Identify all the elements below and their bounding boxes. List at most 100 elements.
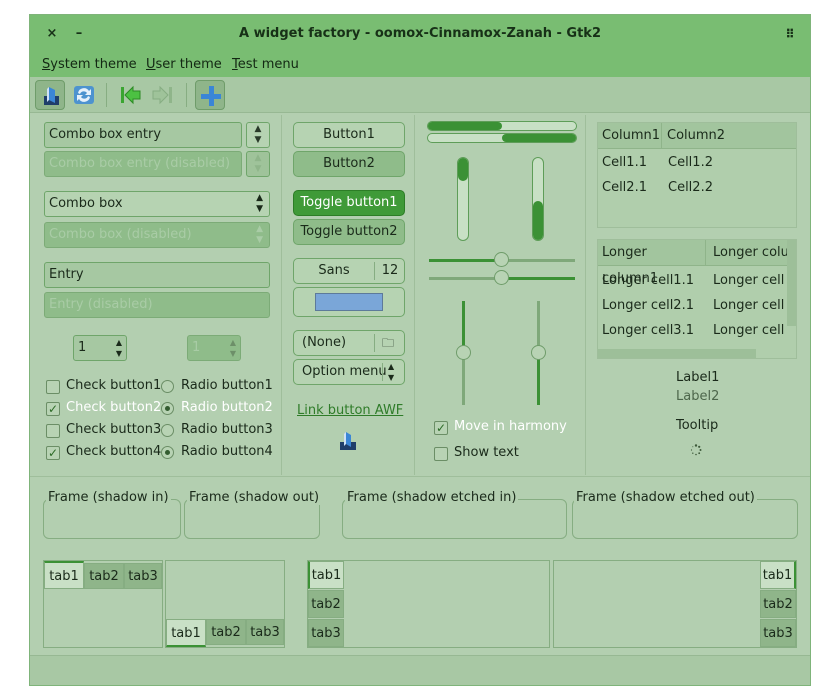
move-harmony-checkbox[interactable]: ✓ [434,421,448,435]
notebook-right: tab1 tab2 tab3 [553,560,797,648]
radio-button-3[interactable] [161,424,174,437]
combo-box-entry-disabled: Combo box entry (disabled) [44,151,242,177]
combo-box-entry[interactable]: Combo box entry [44,122,242,148]
column-header-2[interactable]: Longer colu [709,240,789,266]
spin-arrows-icon[interactable]: ▲ ▼ [116,336,122,359]
refresh-icon[interactable] [69,80,99,110]
go-last-icon[interactable] [148,80,178,110]
button-2[interactable]: Button2 [293,151,405,177]
frame-label: Frame (shadow in) [46,490,171,505]
radio-label-1: Radio button1 [181,378,273,393]
column-separator [585,115,586,475]
color-button[interactable] [293,287,405,317]
menu-system-theme[interactable]: System theme [42,56,137,74]
tree-cell[interactable]: Cell1.1 [602,155,647,170]
option-menu[interactable]: Option menu ▲ ▼ [293,359,405,385]
check-box-3[interactable] [46,424,60,438]
combo-box-entry-arrow[interactable]: ▲ ▼ [246,122,270,148]
combo-box-entry-disabled-arrow: ▲ ▼ [246,151,270,177]
hscale-bottom-handle[interactable] [494,270,509,285]
entry[interactable]: Entry [44,262,270,288]
vertical-progress-right [532,157,544,241]
file-chooser-button[interactable]: (None) 🗀 [293,330,405,356]
combo-box[interactable]: Combo box ▲ ▼ [44,191,270,217]
tab-1[interactable]: tab1 [166,619,206,647]
tree-cell[interactable]: Cell2.1 [602,180,647,195]
tree-cell[interactable]: Cell2.2 [668,180,713,195]
application-icon[interactable] [35,80,65,110]
horizontal-scrollbar[interactable] [598,349,756,358]
column-header-1[interactable]: Column1 [598,123,662,149]
add-icon[interactable] [195,80,225,110]
check-box-4[interactable]: ✓ [46,446,60,460]
mnemonic: U [146,57,156,72]
tab-1[interactable]: tab1 [760,561,796,589]
tree-view-1[interactable]: Column1 Column2 Cell1.1 Cell1.2 Cell2.1 … [597,122,797,228]
tab-2[interactable]: tab2 [206,619,246,645]
hscale-top-handle[interactable] [494,252,509,267]
option-arrows-icon: ▲ ▼ [388,362,395,382]
menu-label: ystem theme [50,57,137,72]
label-1: Label1 [676,370,720,385]
font-size: 12 [381,263,399,278]
toolbar [30,77,810,113]
column-separator [281,115,282,475]
column-header-1[interactable]: Longer column1 [598,240,706,286]
radio-button-4[interactable] [161,446,174,459]
tree-cell[interactable]: Longer cell3 [713,323,785,338]
toggle-button-2[interactable]: Toggle button2 [293,219,405,245]
vscale-left-handle[interactable] [456,345,471,360]
tab-2[interactable]: tab2 [84,563,124,589]
column-header-2[interactable]: Column2 [663,123,793,149]
button-1[interactable]: Button1 [293,122,405,148]
font-button[interactable]: Sans 12 [293,258,405,284]
tab-3[interactable]: tab3 [246,619,284,645]
toolbar-separator [186,83,187,107]
frame-shadow-out [184,499,320,539]
scale-fill [502,277,575,280]
radio-button-2[interactable] [161,402,174,415]
menu-user-theme[interactable]: User theme [146,56,222,74]
vertical-progress-left [457,157,469,241]
window-menu-icon[interactable]: ⠿ [780,24,800,44]
vertical-scrollbar[interactable] [787,240,796,326]
tree-cell[interactable]: Longer cell1 [713,273,785,288]
check-box-1[interactable] [46,380,60,394]
spin-arrows-icon: ▲ ▼ [229,338,236,358]
tab-1[interactable]: tab1 [308,561,344,589]
show-text-checkbox[interactable] [434,447,448,461]
tree-cell[interactable]: Longer cell1.1 [602,273,694,288]
tree-header: Longer column1 Longer colu [598,240,796,286]
tooltip-label[interactable]: Tooltip [676,418,718,433]
move-harmony-label: Move in harmony [454,419,567,434]
check-label-2: Check button2 [66,400,162,415]
tree-cell[interactable]: Cell1.2 [668,155,713,170]
toggle-button-1[interactable]: Toggle button1 [293,190,405,216]
tab-3[interactable]: tab3 [308,619,344,647]
menu-test[interactable]: Test menu [232,56,299,74]
progress-fill [502,134,576,142]
menu-label: est menu [237,57,299,72]
spin-button-disabled: 1 ▲ ▼ [187,335,241,361]
folder-icon: 🗀 [382,336,395,350]
tab-3[interactable]: tab3 [124,563,162,589]
font-name: Sans [318,263,350,278]
tab-2[interactable]: tab2 [308,590,344,618]
tab-3[interactable]: tab3 [760,619,796,647]
tree-cell[interactable]: Longer cell3.1 [602,323,694,338]
status-bar [30,655,810,685]
vscale-right-handle[interactable] [531,345,546,360]
radio-button-1[interactable] [161,380,174,393]
tab-1[interactable]: tab1 [44,561,84,589]
show-text-label: Show text [454,445,519,460]
notebook-bottom: tab1 tab2 tab3 [165,560,285,648]
tree-view-2[interactable]: Longer column1 Longer colu Longer cell1.… [597,239,797,359]
link-button[interactable]: Link button AWF [297,403,403,418]
tree-cell[interactable]: Longer cell2.1 [602,298,694,313]
tree-cell[interactable]: Longer cell2 [713,298,785,313]
spin-button[interactable]: 1 ▲ ▼ [73,335,127,361]
combo-arrows-icon: ▲ ▼ [256,224,263,245]
tab-2[interactable]: tab2 [760,590,796,618]
go-first-icon[interactable] [115,80,145,110]
check-box-2[interactable]: ✓ [46,402,60,416]
